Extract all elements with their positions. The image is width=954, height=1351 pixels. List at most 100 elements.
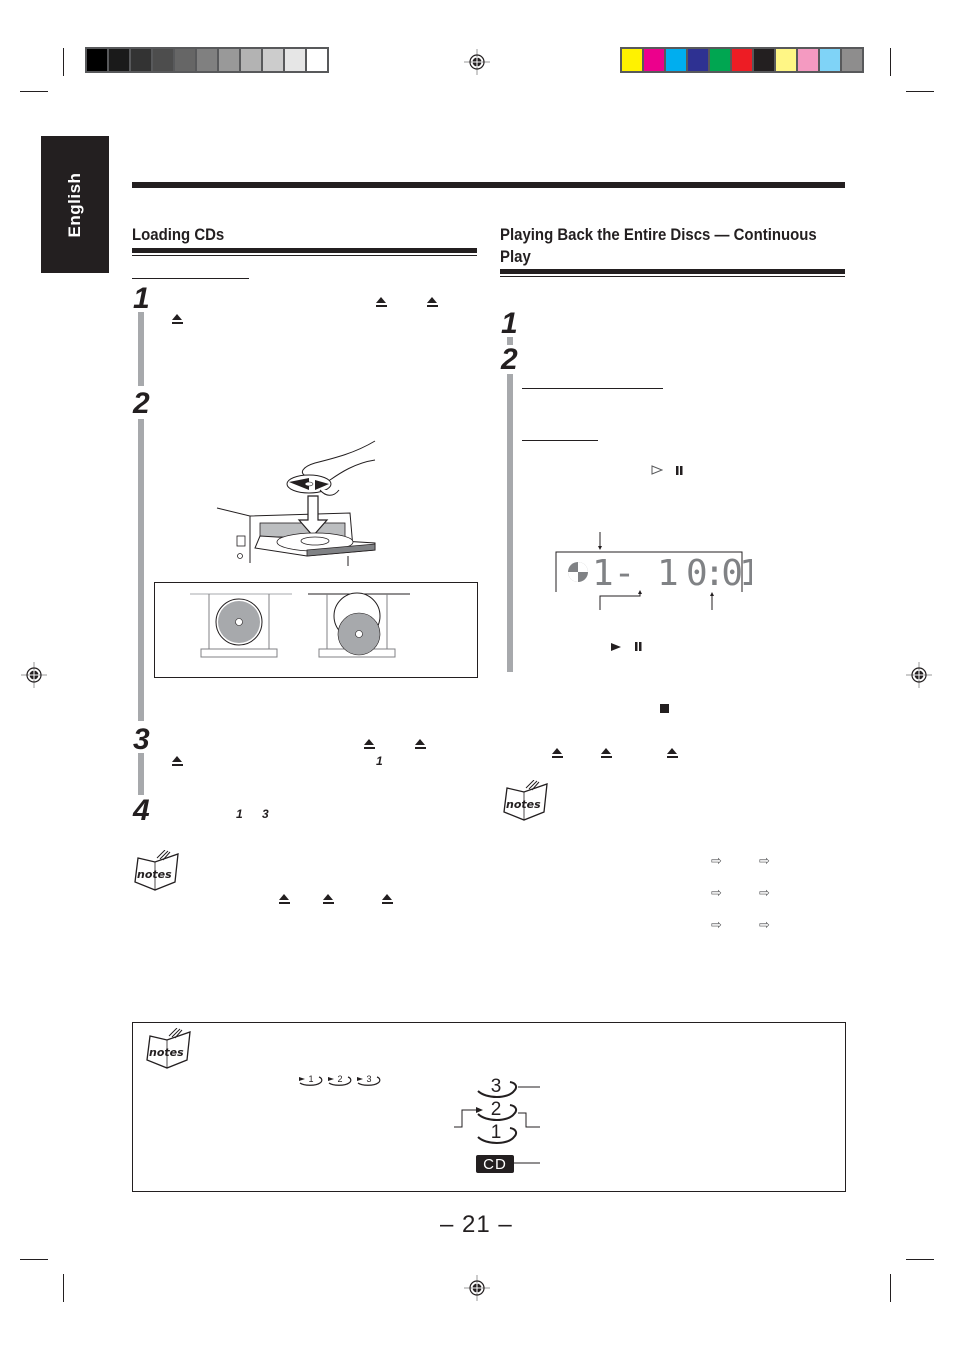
eject-icon xyxy=(172,756,183,767)
registration-mark-icon xyxy=(464,1275,490,1301)
arrow-right-icon: ⇨ xyxy=(759,853,770,868)
process-color-swatch xyxy=(754,49,774,71)
grayscale-swatch xyxy=(109,49,129,71)
eject-icon xyxy=(415,739,426,750)
grayscale-swatch xyxy=(153,49,173,71)
eject-icon xyxy=(601,748,612,759)
arrow-right-icon: ⇨ xyxy=(711,917,722,932)
step-reference: 3 xyxy=(262,807,269,821)
registration-mark-icon xyxy=(464,49,490,75)
notes-icon: notes xyxy=(134,850,179,891)
step-number: 1 xyxy=(501,307,518,340)
time-readout: 0:01 xyxy=(686,553,752,594)
disc-indicator-diagram: 321 CD xyxy=(454,1076,540,1173)
pause-icon xyxy=(676,466,683,475)
svg-text:1: 1 xyxy=(308,1074,313,1084)
section-title-continuous-play: Playing Back the Entire Discs — Continuo… xyxy=(500,224,848,268)
header-rule xyxy=(132,182,845,188)
arrow-right-icon: ⇨ xyxy=(711,885,722,900)
process-color-swatch xyxy=(798,49,818,71)
svg-text:1: 1 xyxy=(491,1122,502,1143)
section-title-loading-cds: Loading CDs xyxy=(132,225,225,244)
arrow-right-icon: ⇨ xyxy=(759,917,770,932)
section-title-text: Playing Back the Entire Discs — Continuo… xyxy=(500,225,817,266)
grayscale-swatch xyxy=(175,49,195,71)
grayscale-swatch xyxy=(285,49,305,71)
eject-icon xyxy=(376,297,387,308)
process-color-swatch xyxy=(820,49,840,71)
grayscale-swatch xyxy=(131,49,151,71)
process-color-swatch xyxy=(622,49,642,71)
step-bar xyxy=(138,753,144,795)
svg-text:2: 2 xyxy=(491,1099,502,1120)
disc-2-indicator: 2 xyxy=(477,1099,518,1121)
step-bar xyxy=(507,374,513,672)
step-number: 1 xyxy=(133,282,150,315)
step-reference: 1 xyxy=(236,807,243,821)
lcd-display: 1- 1 0:01 xyxy=(555,532,752,610)
notes-icon: notes xyxy=(503,780,548,821)
incorrect-disc-placement-illustration xyxy=(308,592,410,658)
grayscale-swatch xyxy=(241,49,261,71)
registration-mark-icon xyxy=(21,662,47,688)
grayscale-swatch xyxy=(263,49,283,71)
step-bar xyxy=(138,312,144,386)
step-number: 2 xyxy=(501,343,518,376)
svg-text:notes: notes xyxy=(137,868,172,881)
process-color-swatch xyxy=(776,49,796,71)
pause-icon xyxy=(635,642,642,651)
subheading-underline xyxy=(522,440,598,441)
disc-3-indicator: 3 xyxy=(477,1076,518,1098)
arrow-right-icon: ⇨ xyxy=(759,885,770,900)
stop-icon xyxy=(660,704,669,713)
inline-disc-icons: 1 2 3 xyxy=(298,1073,383,1087)
process-color-swatch xyxy=(710,49,730,71)
step-number: 3 xyxy=(133,723,150,756)
svg-text:notes: notes xyxy=(506,798,541,811)
section-rule xyxy=(500,269,845,274)
play-icon xyxy=(611,643,621,651)
language-tab: English xyxy=(41,136,109,273)
grayscale-color-bar xyxy=(85,47,329,73)
grayscale-swatch xyxy=(307,49,327,71)
grayscale-swatch xyxy=(87,49,107,71)
page-number: – 21 – xyxy=(440,1211,513,1238)
process-color-swatch xyxy=(732,49,752,71)
disc-1-indicator: 1 xyxy=(477,1122,518,1144)
subheading-underline xyxy=(132,278,249,279)
eject-icon xyxy=(323,894,334,905)
section-rule xyxy=(132,255,477,256)
svg-text:2: 2 xyxy=(337,1074,342,1084)
registration-mark-icon xyxy=(906,662,932,688)
cd-loading-illustration xyxy=(216,440,376,566)
step-number: 4 xyxy=(133,794,150,827)
disc-2-icon: 2 xyxy=(328,1074,352,1086)
disc-3-icon: 3 xyxy=(357,1074,381,1086)
eject-icon xyxy=(552,748,563,759)
crop-mark xyxy=(906,1259,934,1260)
crop-mark xyxy=(890,48,891,76)
arrow-right-icon: ⇨ xyxy=(711,853,722,868)
subheading-underline xyxy=(522,388,663,389)
crop-mark xyxy=(20,1259,48,1260)
cd-label: CD xyxy=(483,1156,507,1173)
play-outline-icon xyxy=(651,465,663,475)
crop-mark xyxy=(20,91,48,92)
svg-text:3: 3 xyxy=(491,1076,502,1097)
svg-text:3: 3 xyxy=(366,1074,371,1084)
step-number: 2 xyxy=(133,387,150,420)
process-color-swatch xyxy=(644,49,664,71)
eject-icon xyxy=(364,739,375,750)
crop-mark xyxy=(63,48,64,76)
eject-icon xyxy=(427,297,438,308)
disc-track-readout: 1- 1 xyxy=(592,553,679,594)
process-color-bar xyxy=(620,47,864,73)
step-bar xyxy=(138,419,144,721)
eject-icon xyxy=(382,894,393,905)
grayscale-swatch xyxy=(197,49,217,71)
crop-mark xyxy=(63,1274,64,1302)
grayscale-swatch xyxy=(219,49,239,71)
eject-icon xyxy=(667,748,678,759)
crop-mark xyxy=(906,91,934,92)
svg-text:notes: notes xyxy=(149,1046,184,1059)
